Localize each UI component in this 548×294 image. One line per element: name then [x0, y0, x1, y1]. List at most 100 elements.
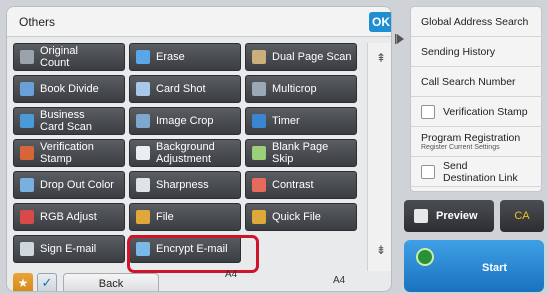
function-label: Verification Stamp	[40, 141, 94, 165]
function-label: Erase	[156, 51, 185, 63]
checkbox-icon[interactable]	[421, 164, 435, 179]
function-label: Book Divide	[40, 83, 99, 95]
right-item-label: Call Search Number	[421, 75, 516, 88]
right-item-send-destination-link[interactable]: Send Destination Link	[411, 157, 543, 187]
function-button-encrypt-e-mail[interactable]: Encrypt E-mail	[129, 235, 241, 263]
right-item-label: Send Destination Link	[443, 159, 518, 184]
function-label: Quick File	[272, 211, 321, 223]
function-label: Timer	[272, 115, 300, 127]
blank-page-skip-icon	[252, 146, 266, 160]
ca-button[interactable]: CA	[500, 200, 544, 232]
right-item-verification-stamp[interactable]: Verification Stamp	[411, 97, 543, 127]
right-item-text: Sending History	[421, 46, 495, 58]
erase-icon	[136, 50, 150, 64]
function-button-sign-e-mail[interactable]: Sign E-mail	[13, 235, 125, 263]
function-label: Blank Page Skip	[272, 141, 329, 165]
function-button-erase[interactable]: Erase	[129, 43, 241, 71]
right-item-text: Call Search Number	[421, 76, 516, 88]
check-icon[interactable]: ✓	[37, 273, 57, 291]
start-label: Start	[482, 262, 508, 274]
function-button-dual-page-scan[interactable]: Dual Page Scan	[245, 43, 357, 71]
function-button-business-card-scan[interactable]: Business Card Scan	[13, 107, 125, 135]
right-item-call-search-number[interactable]: Call Search Number	[411, 67, 543, 97]
book-divide-icon	[20, 82, 34, 96]
function-label: Image Crop	[156, 115, 214, 127]
function-button-original-count[interactable]: Original Count	[13, 43, 125, 71]
scroll-column: ⇞ ⇟	[367, 43, 391, 271]
multicrop-icon	[252, 82, 266, 96]
function-label: RGB Adjust	[40, 211, 97, 223]
function-label: Multicrop	[272, 83, 317, 95]
bottom-bar: ★ ✓ Back A4 A4	[7, 269, 391, 291]
encrypt-email-icon	[136, 242, 150, 256]
right-item-program-registration[interactable]: Program Registration Register Current Set…	[411, 127, 543, 157]
start-button[interactable]: Start	[404, 240, 544, 292]
checkbox-icon[interactable]	[421, 104, 435, 119]
sharpness-icon	[136, 178, 150, 192]
file-icon	[136, 210, 150, 224]
right-item-text: Send Destination Link	[443, 160, 518, 184]
function-button-verification-stamp[interactable]: Verification Stamp	[13, 139, 125, 167]
sign-email-icon	[20, 242, 34, 256]
right-item-label: Sending History	[421, 45, 496, 58]
drop-out-color-icon	[20, 178, 34, 192]
function-label: Contrast	[272, 179, 314, 191]
function-button-book-divide[interactable]: Book Divide	[13, 75, 125, 103]
right-item-global-address-search[interactable]: Global Address Search	[411, 7, 543, 37]
business-card-scan-icon	[20, 114, 34, 128]
function-label: Original Count	[40, 45, 78, 69]
function-button-timer[interactable]: Timer	[245, 107, 357, 135]
panel-title: Others	[19, 15, 56, 29]
others-panel: Others OK Original Count Erase Dual Page S…	[6, 6, 392, 292]
function-label: Card Shot	[156, 83, 206, 95]
function-button-contrast[interactable]: Contrast	[245, 171, 357, 199]
function-label: Dual Page Scan	[272, 51, 352, 63]
timer-icon	[252, 114, 266, 128]
image-crop-icon	[136, 114, 150, 128]
right-panel: Global Address Search Sending History Call…	[410, 6, 543, 192]
right-item-sending-history[interactable]: Sending History	[411, 37, 543, 67]
function-label: File	[156, 211, 174, 223]
function-label: Background Adjustment	[156, 141, 215, 165]
right-item-label: Program Registration	[421, 132, 521, 144]
function-button-card-shot[interactable]: Card Shot	[129, 75, 241, 103]
expand-arrow-icon[interactable]	[394, 14, 408, 192]
right-item-sublabel: Register Current Settings	[421, 144, 500, 151]
function-button-drop-out-color[interactable]: Drop Out Color	[13, 171, 125, 199]
preview-button[interactable]: Preview	[404, 200, 494, 232]
function-label: Sign E-mail	[40, 243, 97, 255]
panel-header: Others OK	[7, 7, 391, 37]
favorite-star-icon[interactable]: ★	[13, 273, 33, 291]
quick-file-icon	[252, 210, 266, 224]
scroll-down-icon[interactable]: ⇟	[372, 243, 390, 261]
preview-icon	[414, 209, 428, 223]
ok-button[interactable]: OK	[369, 12, 391, 32]
paper-size-left: A4	[225, 269, 238, 280]
right-item-text: Global Address Search	[421, 16, 528, 28]
function-button-rgb-adjust[interactable]: RGB Adjust	[13, 203, 125, 231]
function-button-quick-file[interactable]: Quick File	[245, 203, 357, 231]
verification-stamp-icon	[20, 146, 34, 160]
function-button-file[interactable]: File	[129, 203, 241, 231]
function-button-image-crop[interactable]: Image Crop	[129, 107, 241, 135]
function-label: Encrypt E-mail	[156, 243, 228, 255]
background-adjustment-icon	[136, 146, 150, 160]
original-count-icon	[20, 50, 34, 64]
start-icon	[416, 248, 434, 266]
dual-page-scan-icon	[252, 50, 266, 64]
function-button-multicrop[interactable]: Multicrop	[245, 75, 357, 103]
back-button[interactable]: Back	[63, 273, 159, 291]
function-label: Business Card Scan	[40, 109, 92, 133]
scroll-up-icon[interactable]: ⇞	[372, 51, 390, 69]
card-shot-icon	[136, 82, 150, 96]
right-item-label: Global Address Search	[421, 15, 529, 28]
rgb-adjust-icon	[20, 210, 34, 224]
function-button-blank-page-skip[interactable]: Blank Page Skip	[245, 139, 357, 167]
paper-size-right: A4	[333, 275, 346, 286]
function-label: Sharpness	[156, 179, 209, 191]
function-label: Drop Out Color	[40, 179, 114, 191]
contrast-icon	[252, 178, 266, 192]
function-button-background-adjustment[interactable]: Background Adjustment	[129, 139, 241, 167]
right-item-label: Verification Stamp	[443, 105, 528, 118]
function-button-sharpness[interactable]: Sharpness	[129, 171, 241, 199]
